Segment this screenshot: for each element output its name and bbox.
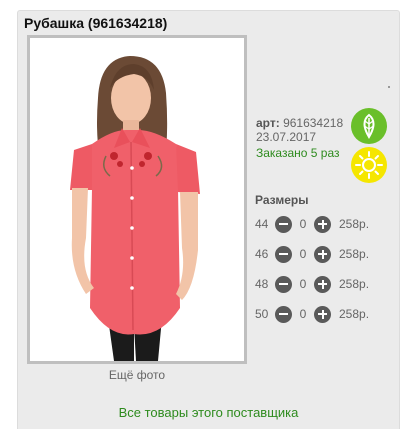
product-photo[interactable]: [27, 35, 247, 364]
leaf-icon: [351, 108, 387, 144]
size-row: 50 0 258р.: [255, 305, 369, 323]
increase-button[interactable]: [314, 275, 331, 293]
quantity-value: 0: [299, 247, 307, 261]
size-label: 50: [255, 307, 269, 321]
size-price: 258р.: [339, 277, 370, 291]
increase-button[interactable]: [314, 245, 331, 263]
supplier-products-link[interactable]: Все товары этого поставщика: [17, 405, 400, 420]
size-row: 46 0 258р.: [255, 245, 369, 263]
size-row: 44 0 258р.: [255, 215, 369, 233]
sizes-title: Размеры: [255, 193, 309, 207]
art-label: арт:: [256, 116, 280, 130]
size-label: 44: [255, 217, 269, 231]
size-label: 46: [255, 247, 269, 261]
quantity-value: 0: [299, 277, 307, 291]
more-photos-link[interactable]: Ещё фото: [27, 368, 247, 382]
size-price: 258р.: [339, 247, 370, 261]
product-date: 23.07.2017: [256, 130, 317, 144]
increase-button[interactable]: [314, 215, 331, 233]
sun-icon: [351, 147, 387, 183]
decrease-button[interactable]: [275, 245, 292, 263]
art-value: 961634218: [283, 116, 344, 130]
quantity-value: 0: [299, 217, 307, 231]
decrease-button[interactable]: [275, 275, 292, 293]
decrease-button[interactable]: [275, 215, 292, 233]
size-label: 48: [255, 277, 269, 291]
increase-button[interactable]: [314, 305, 331, 323]
quantity-value: 0: [299, 307, 307, 321]
product-info: арт: 961634218 23.07.2017 Заказано 5 раз: [256, 116, 343, 160]
size-price: 258р.: [339, 217, 370, 231]
size-price: 258р.: [339, 307, 370, 321]
product-title: Рубашка (961634218): [24, 15, 168, 31]
separator-dot: [388, 86, 390, 88]
decrease-button[interactable]: [275, 305, 292, 323]
ordered-count: Заказано 5 раз: [256, 146, 340, 160]
size-row: 48 0 258р.: [255, 275, 369, 293]
